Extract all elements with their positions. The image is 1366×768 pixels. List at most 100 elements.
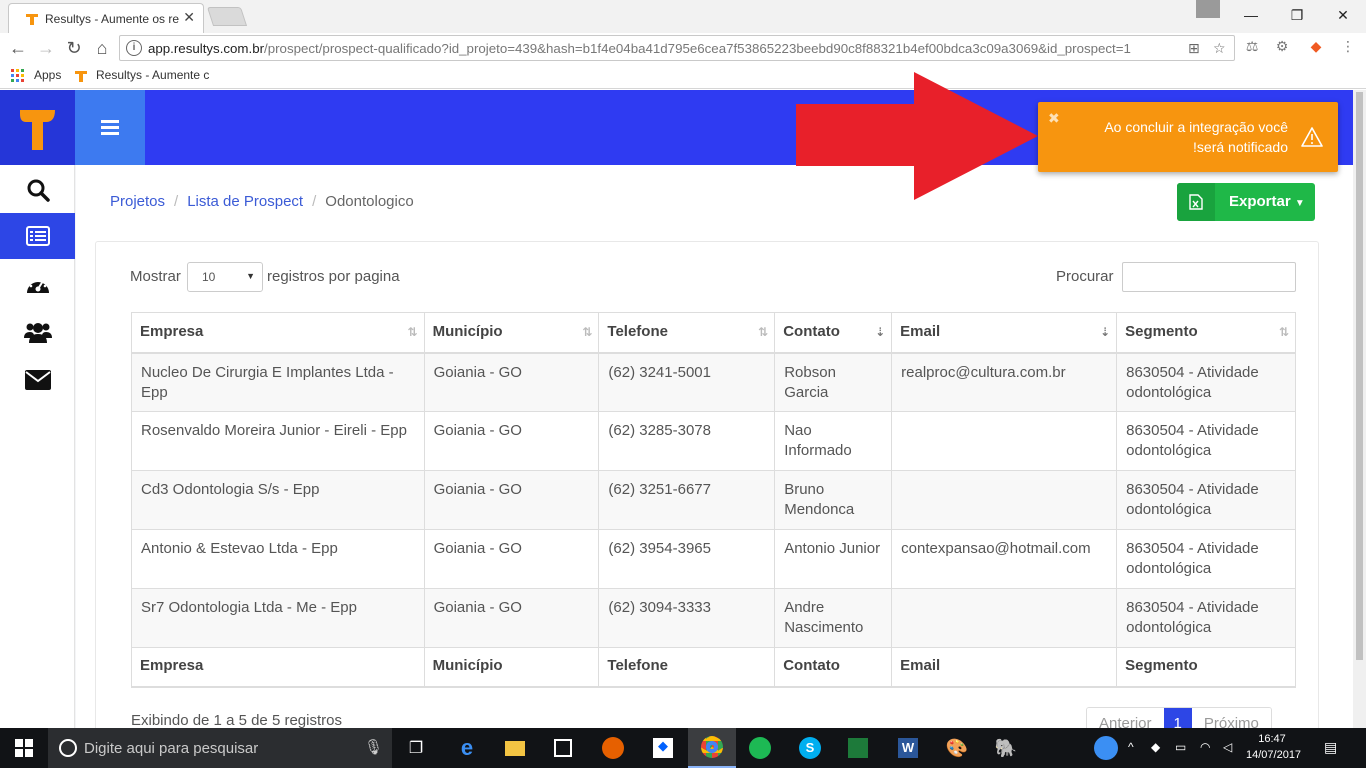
resultys-favicon-icon	[26, 14, 38, 25]
footer-municipio: Município	[423, 647, 600, 688]
browser-toolbar: ← → ↻ ⌂ i app.resultys.com.br/prospect/p…	[0, 33, 1366, 63]
chrome-icon[interactable]	[688, 728, 736, 768]
envelope-icon	[24, 370, 51, 390]
user-profile-icon[interactable]	[1196, 0, 1220, 18]
cell-segmento: 8630504 - Atividade odontológica	[1116, 470, 1296, 530]
dropbox-tray-icon[interactable]: ◆	[1151, 740, 1160, 754]
cell-email	[891, 470, 1118, 530]
cell-municipio: Goiania - GO	[423, 411, 600, 471]
pagination-prev[interactable]: Anterior	[1087, 708, 1164, 728]
bookmark-apps[interactable]: Apps	[34, 68, 61, 82]
extension-icon[interactable]: ◆	[1306, 38, 1326, 58]
clock-date[interactable]: 14/07/2017	[1246, 749, 1301, 761]
table-row[interactable]: Cd3 Odontologia S/s - Epp Goiania - GO (…	[131, 470, 1296, 530]
cell-segmento: 8630504 - Atividade odontológica	[1116, 529, 1296, 589]
tray-app-icon[interactable]	[1094, 736, 1118, 760]
prospect-table: Empresa ⇅ Município ⇅ Telefone ⇅ Contato ⇣ E…	[131, 312, 1296, 688]
column-header-segmento[interactable]: Segmento ⇅	[1116, 312, 1296, 354]
table-row[interactable]: Sr7 Odontologia Ltda - Me - Epp Goiania …	[131, 588, 1296, 648]
extension-icon[interactable]: ⚙	[1272, 38, 1292, 58]
page-scrollbar[interactable]	[1353, 90, 1366, 728]
breadcrumb-lista-prospect[interactable]: Lista de Prospect	[187, 193, 303, 210]
new-tab-button[interactable]	[206, 7, 248, 26]
site-info-icon[interactable]: i	[126, 40, 142, 56]
footer-contato: Contato	[774, 647, 893, 688]
reload-icon[interactable]: ↻	[62, 36, 86, 60]
wifi-icon[interactable]: ◠	[1200, 740, 1210, 754]
edge-icon[interactable]: e	[443, 728, 491, 768]
cell-segmento: 8630504 - Atividade odontológica	[1116, 411, 1296, 471]
store-icon[interactable]	[539, 728, 587, 768]
bookmark-resultys[interactable]: Resultys - Aumente c	[96, 68, 212, 82]
translate-icon[interactable]: ⊞	[1188, 40, 1200, 57]
resultys-logo-icon	[20, 110, 55, 150]
skype-icon[interactable]: S	[786, 728, 834, 768]
cell-municipio: Goiania - GO	[423, 470, 600, 530]
cell-telefone: (62) 3094-3333	[598, 588, 776, 648]
tab-title: Resultys - Aumente os re	[45, 12, 180, 26]
file-explorer-icon[interactable]	[491, 728, 539, 768]
restore-icon[interactable]: ❐	[1274, 0, 1320, 30]
users-icon	[23, 323, 52, 343]
export-button[interactable]: Exportar ▼	[1177, 183, 1315, 221]
hamburger-icon	[101, 120, 119, 135]
clock-time[interactable]: 16:47	[1250, 733, 1294, 745]
paint-icon[interactable]: 🎨	[933, 728, 981, 768]
microphone-icon[interactable]: 🎙	[364, 738, 383, 756]
address-bar[interactable]: i app.resultys.com.br/prospect/prospect-…	[119, 35, 1235, 61]
sidebar-item-search[interactable]	[0, 167, 75, 213]
sidebar-item-users[interactable]	[0, 309, 75, 355]
page-size-select[interactable]: 10 ▼	[187, 262, 263, 292]
column-header-municipio[interactable]: Município ⇅	[423, 312, 600, 354]
prospect-table-panel: Mostrar 10 ▼ registros por pagina Procur…	[95, 241, 1319, 728]
word-icon[interactable]: W	[884, 728, 932, 768]
column-header-email[interactable]: Email ⇣	[891, 312, 1118, 354]
browser-tab[interactable]: Resultys - Aumente os re ✕	[8, 3, 204, 33]
table-row[interactable]: Rosenvaldo Moreira Junior - Eireli - Epp…	[131, 411, 1296, 471]
forward-icon[interactable]: →	[34, 36, 58, 60]
cell-email: contexpansao@hotmail.com	[891, 529, 1118, 589]
menu-toggle-button[interactable]	[75, 90, 145, 165]
sidebar-item-messages[interactable]	[0, 357, 75, 403]
back-icon[interactable]: ←	[6, 36, 30, 60]
per-page-label: registros por pagina	[267, 268, 400, 285]
tab-close-icon[interactable]: ✕	[183, 9, 195, 26]
column-header-empresa[interactable]: Empresa ⇅	[131, 312, 425, 354]
minimize-icon[interactable]: —	[1228, 0, 1274, 30]
column-header-telefone[interactable]: Telefone ⇅	[598, 312, 776, 354]
dropbox-icon[interactable]: ◆	[639, 728, 687, 768]
tray-expand-icon[interactable]: ^	[1128, 740, 1134, 754]
sidebar-item-dashboard[interactable]	[0, 261, 75, 307]
resultys-logo[interactable]	[0, 90, 75, 165]
firefox-icon[interactable]	[589, 728, 637, 768]
taskbar-search-box[interactable]: Digite aqui para pesquisar 🎙	[48, 728, 392, 768]
windows-logo-icon	[15, 739, 33, 757]
pagination-next[interactable]: Próximo	[1191, 708, 1271, 728]
spotify-icon[interactable]	[736, 728, 784, 768]
excel-icon[interactable]	[834, 728, 882, 768]
apps-icon[interactable]	[11, 69, 24, 82]
menu-icon[interactable]: ⋮	[1338, 38, 1358, 58]
close-window-icon[interactable]: ✕	[1320, 0, 1366, 30]
postgres-icon[interactable]: 🐘	[982, 728, 1030, 768]
notifications-icon[interactable]: ▤	[1324, 739, 1337, 756]
pagination-page[interactable]: 1	[1163, 708, 1192, 728]
sidebar-item-list[interactable]	[0, 213, 75, 259]
extension-icon[interactable]: ⚖	[1242, 38, 1262, 58]
table-row[interactable]: Antonio & Estevao Ltda - Epp Goiania - G…	[131, 529, 1296, 589]
task-view-icon[interactable]: ❐	[392, 728, 440, 768]
scrollbar-thumb[interactable]	[1356, 92, 1363, 660]
bookmark-star-icon[interactable]: ☆	[1213, 40, 1226, 57]
cell-contato: Bruno Mendonca	[774, 470, 893, 530]
home-icon[interactable]: ⌂	[90, 36, 114, 60]
battery-icon[interactable]: ▭	[1175, 740, 1186, 754]
search-input[interactable]	[1122, 262, 1296, 292]
breadcrumb-projetos[interactable]: Projetos	[110, 193, 165, 210]
breadcrumb: Projetos / Lista de Prospect / Odontologico	[110, 193, 414, 210]
start-button[interactable]	[0, 728, 48, 768]
table-row[interactable]: Nucleo De Cirurgia E Implantes Ltda - Ep…	[131, 352, 1296, 412]
cell-email: realproc@cultura.com.br	[891, 352, 1118, 412]
volume-icon[interactable]: ◁	[1223, 740, 1232, 754]
column-header-contato[interactable]: Contato ⇣	[774, 312, 893, 354]
windows-taskbar: Digite aqui para pesquisar 🎙 ❐ e ◆ S W 🎨…	[0, 728, 1366, 768]
